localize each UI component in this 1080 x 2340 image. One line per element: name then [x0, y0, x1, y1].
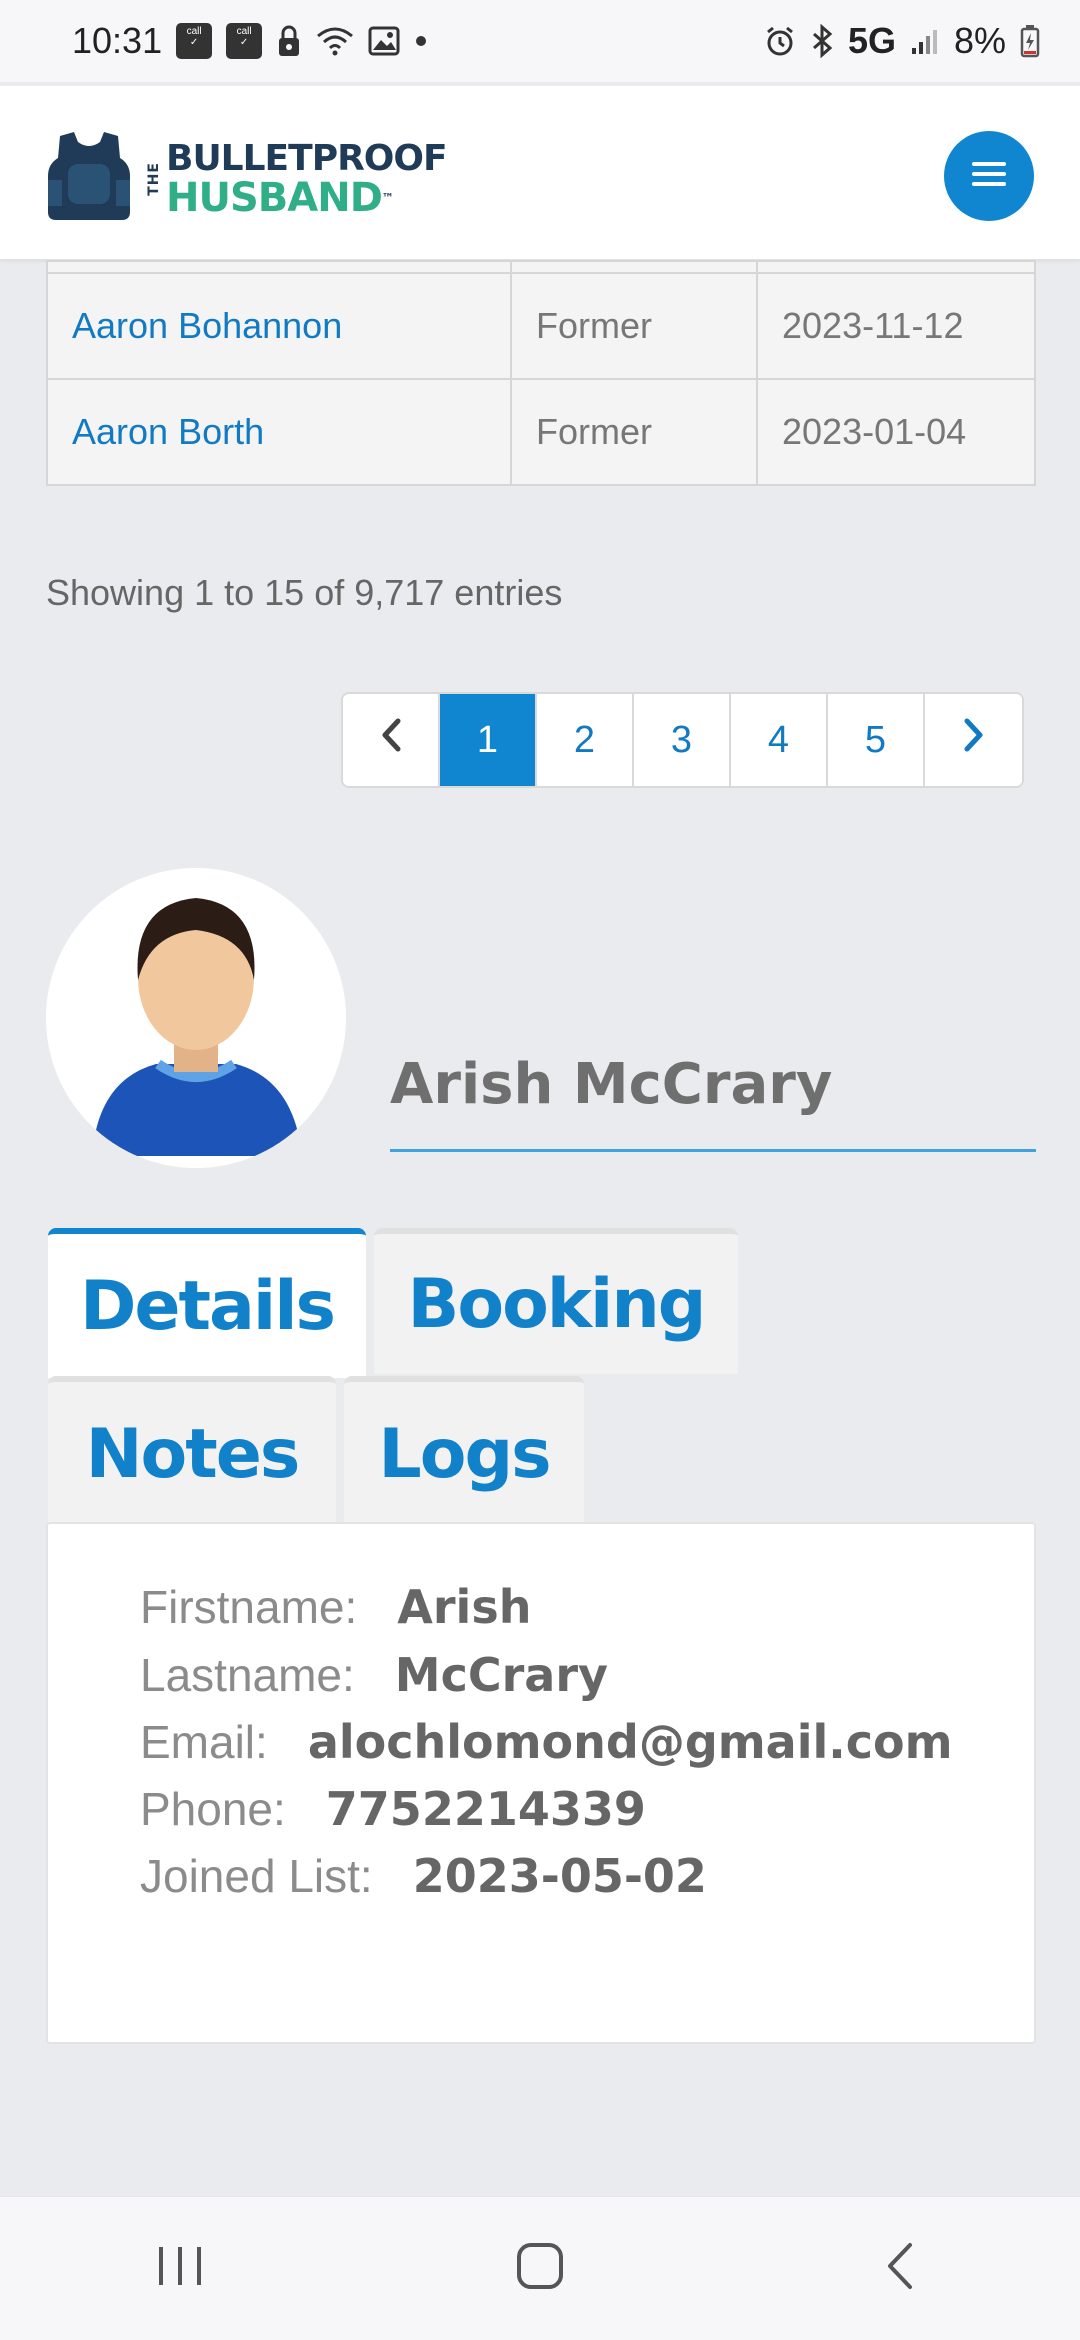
entries-info: Showing 1 to 15 of 9,717 entries — [46, 572, 563, 613]
joined-value: 2023-05-02 — [412, 1849, 707, 1903]
chevron-right-icon — [963, 718, 985, 762]
firstname-value: Arish — [397, 1580, 532, 1634]
tab-details[interactable]: Details — [48, 1228, 366, 1378]
email-label: Email: — [140, 1716, 268, 1768]
prev-page-button[interactable] — [343, 694, 440, 786]
logo-line2-text: HUSBAND — [166, 174, 383, 221]
lastname-row: Lastname: McCrary — [140, 1648, 608, 1702]
joined-label: Joined List: — [140, 1850, 373, 1902]
hamburger-icon — [972, 160, 1006, 193]
email-value: alochlomond@gmail.com — [307, 1715, 953, 1769]
details-panel: Firstname: Arish Lastname: McCrary Email… — [46, 1522, 1036, 2044]
battery-label: 8% — [953, 20, 1006, 61]
member-status: Former — [510, 272, 758, 380]
phone-value: 7752214339 — [325, 1782, 646, 1836]
page-button-3[interactable]: 3 — [634, 694, 731, 786]
member-date: 2023-11-12 — [756, 272, 1036, 380]
alarm-icon — [764, 21, 796, 61]
members-table: Aaron Bohannon Former 2023-11-12 Aaron B… — [46, 260, 1036, 486]
logo-the: THE — [146, 161, 162, 196]
page-button-5[interactable]: 5 — [828, 694, 925, 786]
avatar — [46, 868, 346, 1168]
back-icon — [885, 2241, 915, 2296]
home-button[interactable] — [480, 2219, 600, 2319]
network-label: 5G — [847, 20, 896, 61]
logo-tm: ™ — [381, 190, 394, 205]
page-button-1[interactable]: 1 — [440, 694, 537, 786]
phone-row: Phone: 7752214339 — [140, 1782, 646, 1836]
name-underline — [390, 1149, 1036, 1152]
firstname-row: Firstname: Arish — [140, 1580, 531, 1634]
battery-icon — [1020, 21, 1040, 61]
lastname-label: Lastname: — [140, 1649, 355, 1701]
member-status: Former — [510, 378, 758, 486]
table-row[interactable]: Aaron Borth Former 2023-01-04 — [46, 378, 1036, 486]
logo-line2: HUSBAND™ — [166, 178, 447, 218]
phone-label: Phone: — [140, 1783, 286, 1835]
tab-notes[interactable]: Notes — [48, 1376, 336, 1526]
firstname-label: Firstname: — [140, 1581, 358, 1633]
status-time: 10:31 — [72, 20, 163, 61]
call-filter-icon: call ✓ — [176, 21, 213, 61]
wifi-icon — [316, 21, 354, 61]
status-left: 10:31 call ✓ call ✓ — [72, 20, 428, 62]
call-filter-icon: call ✓ — [226, 21, 263, 61]
page-button-2[interactable]: 2 — [537, 694, 634, 786]
recent-apps-icon — [155, 2243, 205, 2294]
tab-logs[interactable]: Logs — [344, 1376, 584, 1526]
lock-icon — [276, 21, 302, 61]
tab-booking[interactable]: Booking — [374, 1228, 738, 1374]
image-icon — [368, 21, 400, 61]
pagination: 1 2 3 4 5 — [341, 692, 1024, 788]
status-bar: 10:31 call ✓ call ✓ 5G 8% — [0, 0, 1080, 82]
table-row[interactable]: Aaron Bohannon Former 2023-11-12 — [46, 272, 1036, 380]
logo-text: THE BULLETPROOF HUSBAND™ — [146, 137, 448, 218]
system-nav-bar — [0, 2196, 1080, 2340]
site-header: THE BULLETPROOF HUSBAND™ — [0, 86, 1080, 260]
logo-line1: BULLETPROOF — [166, 137, 448, 179]
table-row — [46, 260, 1036, 274]
profile-name: Arish McCrary — [390, 1052, 833, 1117]
member-name-link[interactable]: Aaron Borth — [46, 378, 512, 486]
bluetooth-icon — [810, 21, 834, 61]
email-row: Email: alochlomond@gmail.com — [140, 1715, 953, 1769]
joined-row: Joined List: 2023-05-02 — [140, 1849, 707, 1903]
brand-logo[interactable]: THE BULLETPROOF HUSBAND™ — [46, 128, 448, 229]
recent-apps-button[interactable] — [120, 2219, 240, 2319]
status-right: 5G 8% — [764, 20, 1040, 62]
signal-icon — [910, 21, 940, 61]
lastname-value: McCrary — [394, 1648, 608, 1702]
dot-icon — [414, 21, 428, 61]
home-icon — [515, 2241, 565, 2296]
page-button-4[interactable]: 4 — [731, 694, 828, 786]
menu-button[interactable] — [944, 131, 1034, 221]
member-name-link[interactable]: Aaron Bohannon — [46, 272, 512, 380]
next-page-button[interactable] — [925, 694, 1022, 786]
member-date: 2023-01-04 — [756, 378, 1036, 486]
vest-icon — [46, 128, 132, 229]
back-button[interactable] — [840, 2219, 960, 2319]
chevron-left-icon — [380, 718, 402, 762]
